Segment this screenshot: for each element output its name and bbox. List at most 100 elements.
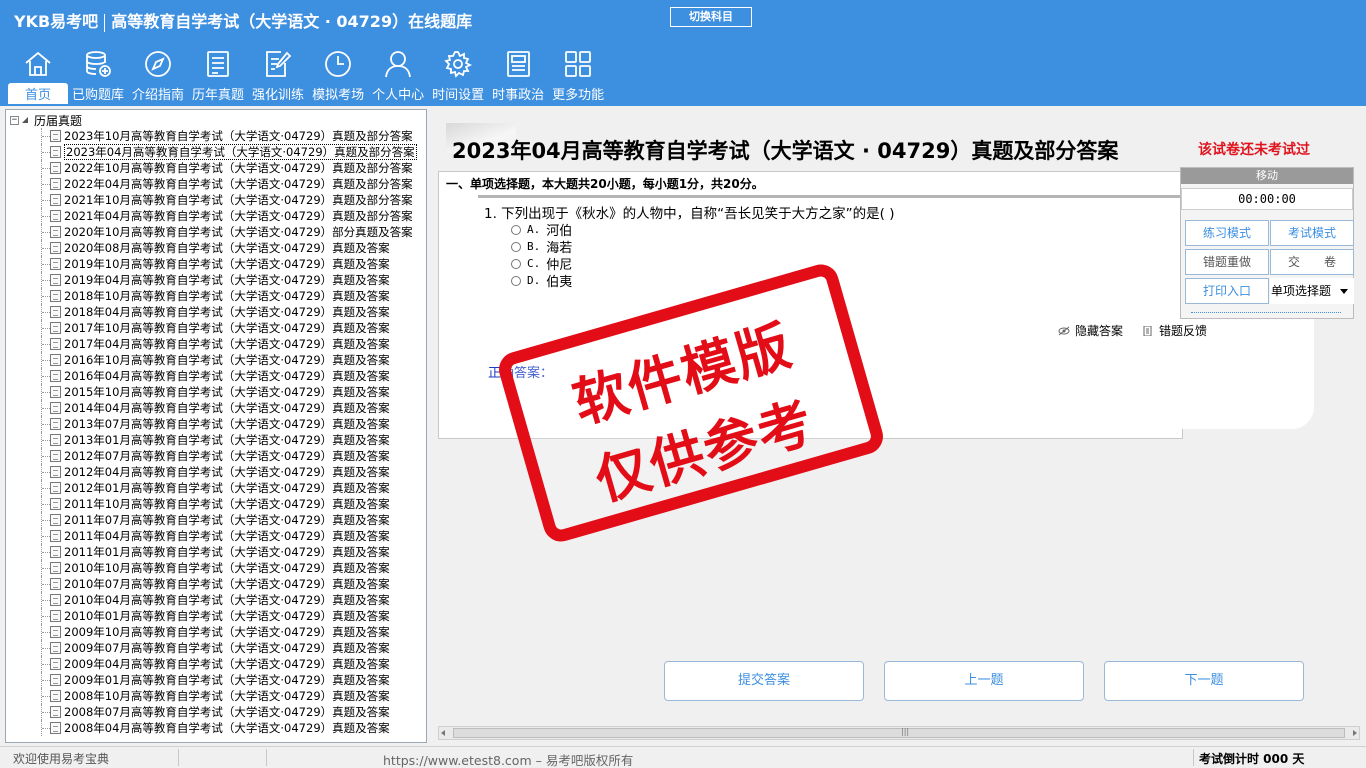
- tree-item[interactable]: 2019年10月高等教育自学考试（大学语文·04729）真题及答案: [6, 256, 426, 272]
- tree-item[interactable]: 2011年04月高等教育自学考试（大学语文·04729）真题及答案: [6, 528, 426, 544]
- tree-item-label: 2020年10月高等教育自学考试（大学语文·04729）部分真题及答案: [64, 225, 413, 239]
- tree-item-label: 2016年04月高等教育自学考试（大学语文·04729）真题及答案: [64, 369, 390, 383]
- tree-item[interactable]: 2011年01月高等教育自学考试（大学语文·04729）真题及答案: [6, 544, 426, 560]
- error-feedback-link[interactable]: 错题反馈: [1142, 322, 1207, 339]
- tree-item-label: 2011年07月高等教育自学考试（大学语文·04729）真题及答案: [64, 513, 390, 527]
- tree-item-label: 2010年01月高等教育自学考试（大学语文·04729）真题及答案: [64, 609, 390, 623]
- tree-item-label: 2008年04月高等教育自学考试（大学语文·04729）真题及答案: [64, 721, 390, 735]
- tree-item[interactable]: 2010年07月高等教育自学考试（大学语文·04729）真题及答案: [6, 576, 426, 592]
- prev-question-button[interactable]: 上一题: [884, 661, 1084, 701]
- tree-item[interactable]: 2009年01月高等教育自学考试（大学语文·04729）真题及答案: [6, 672, 426, 688]
- nav-purchased-banks[interactable]: 已购题库: [68, 46, 128, 104]
- nav-guide[interactable]: 介绍指南: [128, 46, 188, 104]
- tree-item-label: 2014年04月高等教育自学考试（大学语文·04729）真题及答案: [64, 401, 390, 415]
- document-icon: [50, 434, 61, 446]
- tree-item[interactable]: 2017年10月高等教育自学考试（大学语文·04729）真题及答案: [6, 320, 426, 336]
- tree-item[interactable]: 2010年01月高等教育自学考试（大学语文·04729）真题及答案: [6, 608, 426, 624]
- tree-item-label: 2022年10月高等教育自学考试（大学语文·04729）真题及部分答案: [64, 161, 413, 175]
- tree-item[interactable]: 2023年10月高等教育自学考试（大学语文·04729）真题及部分答案: [6, 128, 426, 144]
- folder-triangle-icon: [22, 117, 28, 123]
- tree-item[interactable]: 2016年10月高等教育自学考试（大学语文·04729）真题及答案: [6, 352, 426, 368]
- tree-item[interactable]: 2022年10月高等教育自学考试（大学语文·04729）真题及部分答案: [6, 160, 426, 176]
- scroll-right-icon[interactable]: [1353, 730, 1357, 736]
- horizontal-scrollbar[interactable]: |||: [438, 726, 1360, 740]
- nav-intensive-training[interactable]: 强化训练: [248, 46, 308, 104]
- scroll-left-icon[interactable]: [441, 730, 445, 736]
- next-question-button[interactable]: 下一题: [1104, 661, 1304, 701]
- radio-button[interactable]: [511, 275, 521, 286]
- tree-item[interactable]: 2018年10月高等教育自学考试（大学语文·04729）真题及答案: [6, 288, 426, 304]
- nav-mock-exam[interactable]: 模拟考场: [308, 46, 368, 104]
- nav-home[interactable]: 首页: [8, 46, 68, 104]
- exam-mode-button[interactable]: 考试模式: [1270, 220, 1354, 246]
- nav-personal-center[interactable]: 个人中心: [368, 46, 428, 104]
- tree-item[interactable]: 2010年04月高等教育自学考试（大学语文·04729）真题及答案: [6, 592, 426, 608]
- document-icon: [50, 530, 61, 542]
- tree-item[interactable]: 2021年10月高等教育自学考试（大学语文·04729）真题及部分答案: [6, 192, 426, 208]
- tree-item[interactable]: 2015年10月高等教育自学考试（大学语文·04729）真题及答案: [6, 384, 426, 400]
- top-header: YKB易考吧 高等教育自学考试（大学语文 · 04729）在线题库 切换科目 首页…: [0, 0, 1366, 106]
- tree-item[interactable]: 2010年10月高等教育自学考试（大学语文·04729）真题及答案: [6, 560, 426, 576]
- tree-item[interactable]: 2012年04月高等教育自学考试（大学语文·04729）真题及答案: [6, 464, 426, 480]
- tree-item[interactable]: 2023年04月高等教育自学考试（大学语文·04729）真题及部分答案: [6, 144, 426, 160]
- database-icon: [80, 46, 116, 81]
- document-icon: [50, 258, 61, 270]
- tree-item-label: 2015年10月高等教育自学考试（大学语文·04729）真题及答案: [64, 385, 390, 399]
- tree-item[interactable]: 2011年07月高等教育自学考试（大学语文·04729）真题及答案: [6, 512, 426, 528]
- tree-item[interactable]: 2016年04月高等教育自学考试（大学语文·04729）真题及答案: [6, 368, 426, 384]
- clock-icon: [320, 46, 356, 81]
- hide-answer-link[interactable]: 隐藏答案: [1058, 322, 1123, 339]
- nav-current-politics[interactable]: 时事政治: [488, 46, 548, 104]
- document-icon: [50, 242, 61, 254]
- collapse-icon[interactable]: −: [10, 115, 19, 125]
- tree-item[interactable]: 2022年04月高等教育自学考试（大学语文·04729）真题及部分答案: [6, 176, 426, 192]
- radio-button[interactable]: [511, 224, 521, 235]
- tree-item-label: 2016年10月高等教育自学考试（大学语文·04729）真题及答案: [64, 353, 390, 367]
- tree-item-label: 2022年04月高等教育自学考试（大学语文·04729）真题及部分答案: [64, 177, 413, 191]
- tree-item[interactable]: 2017年04月高等教育自学考试（大学语文·04729）真题及答案: [6, 336, 426, 352]
- scrollbar-thumb[interactable]: [453, 728, 1345, 738]
- nav-label: 首页: [8, 83, 68, 104]
- tree-root[interactable]: − 历届真题: [10, 112, 82, 128]
- tree-item[interactable]: 2018年04月高等教育自学考试（大学语文·04729）真题及答案: [6, 304, 426, 320]
- tree-item[interactable]: 2021年04月高等教育自学考试（大学语文·04729）真题及部分答案: [6, 208, 426, 224]
- tree-item[interactable]: 2014年04月高等教育自学考试（大学语文·04729）真题及答案: [6, 400, 426, 416]
- tree-item-label: 2010年04月高等教育自学考试（大学语文·04729）真题及答案: [64, 593, 390, 607]
- document-icon: [50, 130, 61, 142]
- tree-item[interactable]: 2008年10月高等教育自学考试（大学语文·04729）真题及答案: [6, 688, 426, 704]
- tree-item[interactable]: 2012年07月高等教育自学考试（大学语文·04729）真题及答案: [6, 448, 426, 464]
- tree-item[interactable]: 2008年04月高等教育自学考试（大学语文·04729）真题及答案: [6, 720, 426, 736]
- practice-mode-button[interactable]: 练习模式: [1185, 220, 1269, 246]
- switch-subject-button[interactable]: 切换科目: [670, 7, 752, 27]
- option-d[interactable]: D. 伯夷: [511, 271, 572, 290]
- tree-item[interactable]: 2012年01月高等教育自学考试（大学语文·04729）真题及答案: [6, 480, 426, 496]
- print-entry-button[interactable]: 打印入口: [1185, 278, 1269, 304]
- question-type-select[interactable]: 单项选择题: [1270, 278, 1354, 304]
- nav-more-features[interactable]: 更多功能: [548, 46, 608, 104]
- tree-item[interactable]: 2009年04月高等教育自学考试（大学语文·04729）真题及答案: [6, 656, 426, 672]
- tree-item[interactable]: 2013年07月高等教育自学考试（大学语文·04729）真题及答案: [6, 416, 426, 432]
- nav-past-exams[interactable]: 历年真题: [188, 46, 248, 104]
- nav-time-settings[interactable]: 时间设置: [428, 46, 488, 104]
- submit-paper-button[interactable]: 交 卷: [1270, 249, 1354, 275]
- tree-item[interactable]: 2011年10月高等教育自学考试（大学语文·04729）真题及答案: [6, 496, 426, 512]
- radio-button[interactable]: [511, 241, 521, 252]
- tree-item-label: 2011年01月高等教育自学考试（大学语文·04729）真题及答案: [64, 545, 390, 559]
- radio-button[interactable]: [511, 258, 521, 269]
- move-handle[interactable]: 移动: [1181, 168, 1353, 184]
- tree-item[interactable]: 2020年08月高等教育自学考试（大学语文·04729）真题及答案: [6, 240, 426, 256]
- tree-item[interactable]: 2019年04月高等教育自学考试（大学语文·04729）真题及答案: [6, 272, 426, 288]
- tree-item-label: 2020年08月高等教育自学考试（大学语文·04729）真题及答案: [64, 241, 390, 255]
- redo-wrong-button[interactable]: 错题重做: [1185, 249, 1269, 275]
- tree-item-label: 2019年10月高等教育自学考试（大学语文·04729）真题及答案: [64, 257, 390, 271]
- nav-label: 强化训练: [252, 88, 305, 103]
- exam-status-text: 该试卷还未考试过: [1198, 142, 1310, 158]
- tree-item[interactable]: 2013年01月高等教育自学考试（大学语文·04729）真题及答案: [6, 432, 426, 448]
- tree-list: 2023年10月高等教育自学考试（大学语文·04729）真题及部分答案 2023年…: [6, 128, 426, 736]
- tree-item[interactable]: 2020年10月高等教育自学考试（大学语文·04729）部分真题及答案: [6, 224, 426, 240]
- tree-item[interactable]: 2009年07月高等教育自学考试（大学语文·04729）真题及答案: [6, 640, 426, 656]
- submit-answer-button[interactable]: 提交答案: [664, 661, 864, 701]
- tree-item[interactable]: 2008年07月高等教育自学考试（大学语文·04729）真题及答案: [6, 704, 426, 720]
- option-letter: C.: [527, 257, 541, 270]
- tree-item[interactable]: 2009年10月高等教育自学考试（大学语文·04729）真题及答案: [6, 624, 426, 640]
